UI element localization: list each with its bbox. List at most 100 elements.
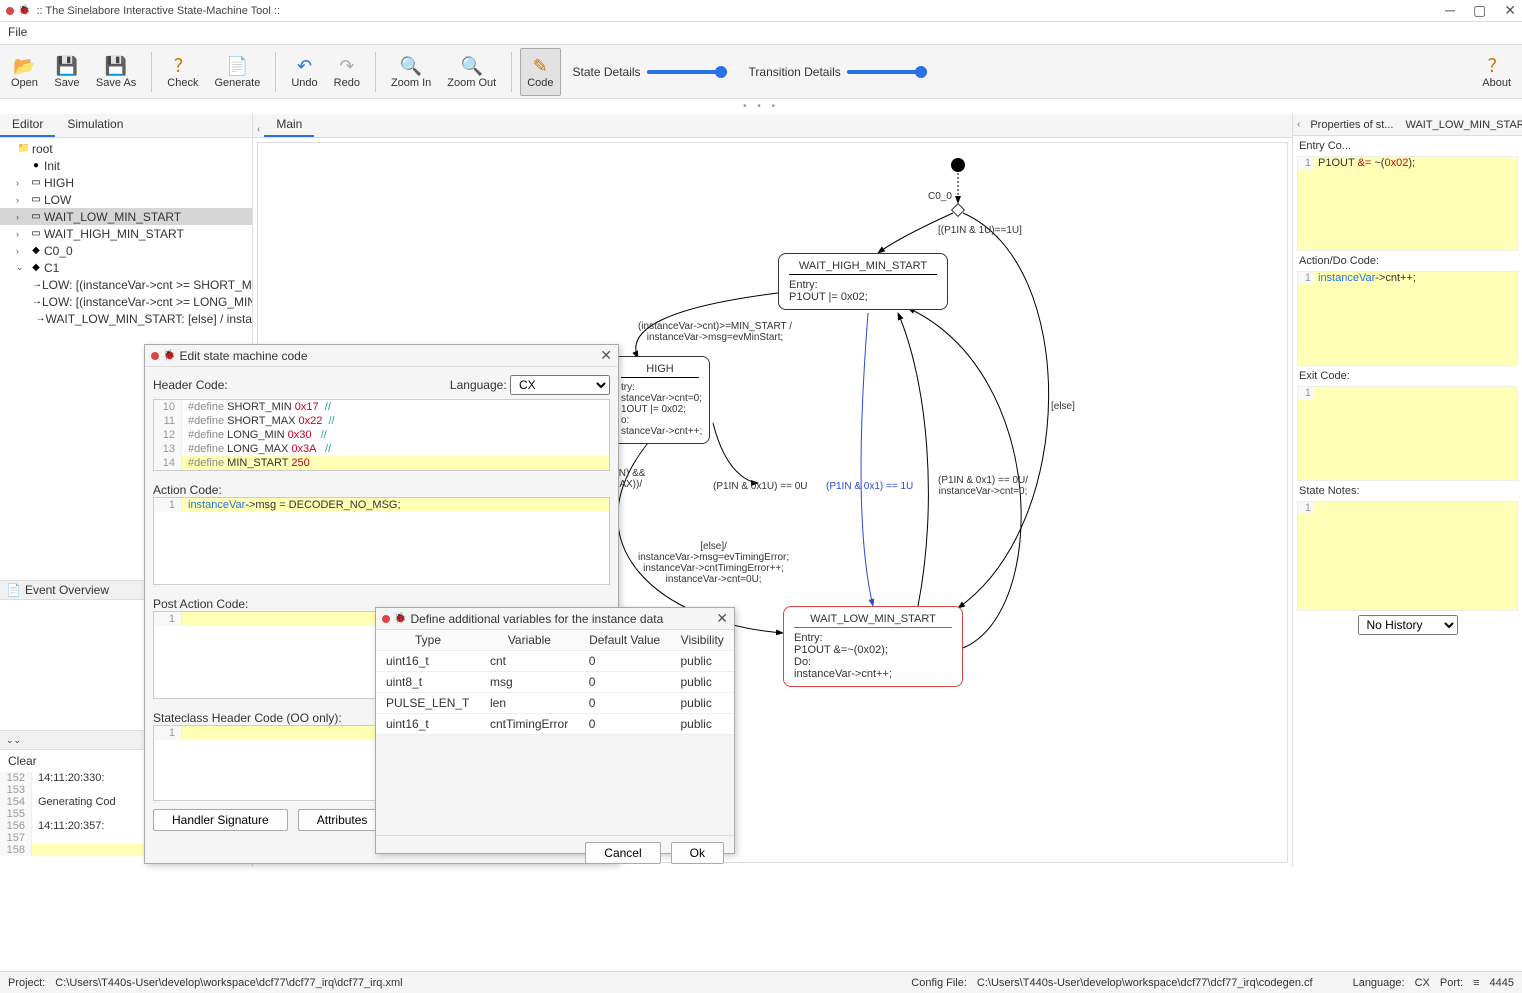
action-code-label: Action Code: xyxy=(153,483,610,497)
tree-item-high[interactable]: ›▭HIGH xyxy=(0,174,252,191)
properties-title: Properties of st... xyxy=(1304,119,1399,131)
col-type[interactable]: Type xyxy=(376,630,480,651)
prop-prev[interactable]: ‹ xyxy=(1293,117,1304,132)
open-button[interactable]: 📂Open xyxy=(4,48,45,96)
tab-editor[interactable]: Editor xyxy=(0,113,55,137)
diagram-tabs: ‹ Main xyxy=(253,114,1292,138)
minimize-button[interactable]: ─ xyxy=(1445,2,1455,19)
zoom-out-button[interactable]: 🔍Zoom Out xyxy=(440,48,503,96)
tree-item-wlms[interactable]: ›▭WAIT_LOW_MIN_START xyxy=(0,208,252,225)
code-row: 14#define MIN_START 250 xyxy=(154,456,609,470)
code-row: 12#define LONG_MIN 0x30 // xyxy=(154,428,609,442)
check-button[interactable]: ？Check xyxy=(160,48,205,96)
code-row: 13#define LONG_MAX 0x3A // xyxy=(154,442,609,456)
diagram-label-c00: C0_0 xyxy=(928,191,952,202)
tree-item-c1-b[interactable]: →LOW: [(instanceVar->cnt >= LONG_MIN xyxy=(0,293,252,310)
entry-code-box[interactable]: 1P1OUT &= ~(0x02); xyxy=(1297,156,1518,251)
bug-icon: 🐞 xyxy=(394,613,406,624)
col-variable[interactable]: Variable xyxy=(480,630,579,651)
language-label: Language: xyxy=(450,378,507,392)
generate-button[interactable]: 📄Generate xyxy=(207,48,267,96)
chevron-icon: ⌄⌄ xyxy=(6,735,21,746)
config-label: Config File: xyxy=(911,977,967,989)
close-button[interactable]: ✕ xyxy=(1504,2,1516,19)
project-label: Project: xyxy=(8,977,45,989)
action-do-box[interactable]: 1instanceVar->cnt++; xyxy=(1297,271,1518,366)
undo-button[interactable]: ↶Undo xyxy=(284,48,324,96)
tree-item-c00[interactable]: ›◆C0_0 xyxy=(0,242,252,259)
lang-value: CX xyxy=(1415,977,1430,989)
save-button[interactable]: 💾Save xyxy=(47,48,87,96)
state-icon: ▭ xyxy=(28,211,44,222)
table-row[interactable]: uint8_tmsg0public xyxy=(376,672,734,693)
pin-icon xyxy=(6,7,14,15)
pin-icon xyxy=(382,615,390,623)
tree-item-c1-c[interactable]: →WAIT_LOW_MIN_START: [else] / insta xyxy=(0,310,252,327)
action-code-editor[interactable]: 1instanceVar->msg = DECODER_NO_MSG; xyxy=(153,497,610,585)
initial-state-icon: ● xyxy=(28,160,44,171)
save-icon: 💾 xyxy=(56,55,78,77)
menu-file[interactable]: File xyxy=(8,25,27,39)
transition-details-label: Transition Details xyxy=(749,65,841,79)
port-value: 4445 xyxy=(1490,977,1514,989)
folder-icon: 📁 xyxy=(16,143,32,154)
handler-signature-button[interactable]: Handler Signature xyxy=(153,809,288,831)
code-row: 10#define SHORT_MIN 0x17 // xyxy=(154,400,609,414)
tree-root[interactable]: 📁root xyxy=(0,140,252,157)
ok-button[interactable]: Ok xyxy=(671,842,724,864)
transition-details-slider[interactable]: Transition Details xyxy=(749,65,927,79)
save-as-button[interactable]: 💾Save As xyxy=(89,48,143,96)
tree-item-c1[interactable]: ⌄◆C1 xyxy=(0,259,252,276)
dialog-define-variables: 🐞 Define additional variables for the in… xyxy=(375,607,735,854)
close-icon[interactable]: ✕ xyxy=(600,347,612,364)
tree-item-low[interactable]: ›▭LOW xyxy=(0,191,252,208)
about-button[interactable]: ？About xyxy=(1475,48,1518,96)
state-wait-low-min-start[interactable]: WAIT_LOW_MIN_START Entry: P1OUT &=~(0x02… xyxy=(783,606,963,687)
col-visibility[interactable]: Visibility xyxy=(670,630,734,651)
left-tabs: Editor Simulation xyxy=(0,114,252,138)
maximize-button[interactable]: ▢ xyxy=(1473,2,1486,19)
redo-button[interactable]: ↷Redo xyxy=(327,48,367,96)
window-titlebar: 🐞 :: The Sinelabore Interactive State-Ma… xyxy=(0,0,1522,22)
redo-icon: ↷ xyxy=(339,55,354,77)
header-code-label: Header Code: xyxy=(153,378,228,392)
state-high[interactable]: HIGH try: stanceVar->cnt=0; 1OUT |= 0x02… xyxy=(610,356,710,444)
tree-item-init[interactable]: ●Init xyxy=(0,157,252,174)
table-row[interactable]: PULSE_LEN_Tlen0public xyxy=(376,693,734,714)
tab-simulation[interactable]: Simulation xyxy=(55,113,135,137)
diagram-label-p1a: (P1IN & 0x1U) == 0U xyxy=(713,481,807,492)
state-details-slider[interactable]: State Details xyxy=(573,65,727,79)
zoom-in-button[interactable]: 🔍Zoom In xyxy=(384,48,438,96)
history-select[interactable]: No History xyxy=(1358,615,1458,635)
tab-main[interactable]: Main xyxy=(264,113,314,137)
exit-code-box[interactable]: 1 xyxy=(1297,386,1518,481)
tree-item-whms[interactable]: ›▭WAIT_HIGH_MIN_START xyxy=(0,225,252,242)
properties-selected-name: WAIT_LOW_MIN_STAR xyxy=(1400,119,1522,131)
port-label: Port: xyxy=(1440,977,1463,989)
status-bar: Project: C:\Users\T440s-User\develop\wor… xyxy=(0,971,1522,993)
col-default[interactable]: Default Value xyxy=(579,630,671,651)
diagram-label-err: [else]/ instanceVar->msg=evTimingError; … xyxy=(638,541,789,585)
port-icon: ≡ xyxy=(1473,977,1479,989)
code-button[interactable]: ✎Code xyxy=(520,48,560,96)
state-icon: ▭ xyxy=(28,194,44,205)
toolbar-grip[interactable]: • • • xyxy=(0,99,1522,114)
bug-icon: 🐞 xyxy=(18,5,30,16)
tab-prev[interactable]: ‹ xyxy=(253,122,264,137)
choice-node-c00[interactable] xyxy=(951,203,965,217)
table-row[interactable]: uint16_tcnt0public xyxy=(376,651,734,672)
header-code-editor[interactable]: 10#define SHORT_MIN 0x17 //11#define SHO… xyxy=(153,399,610,471)
attributes-button[interactable]: Attributes xyxy=(298,809,387,831)
tree-item-c1-a[interactable]: →LOW: [(instanceVar->cnt >= SHORT_MI xyxy=(0,276,252,293)
dialog-title: Edit state machine code xyxy=(179,349,307,363)
cancel-button[interactable]: Cancel xyxy=(585,842,660,864)
save-as-icon: 💾 xyxy=(105,55,127,77)
state-wait-high-min-start[interactable]: WAIT_HIGH_MIN_START Entry: P1OUT |= 0x02… xyxy=(778,253,948,310)
table-row[interactable]: uint16_tcntTimingError0public xyxy=(376,714,734,735)
entry-code-label: Entry Co... xyxy=(1293,136,1522,156)
initial-state-node[interactable] xyxy=(951,158,965,172)
dialog-title: Define additional variables for the inst… xyxy=(410,612,663,626)
language-select[interactable]: CX xyxy=(510,375,610,395)
close-icon[interactable]: ✕ xyxy=(716,610,728,627)
state-notes-box[interactable]: 1 xyxy=(1297,501,1518,611)
